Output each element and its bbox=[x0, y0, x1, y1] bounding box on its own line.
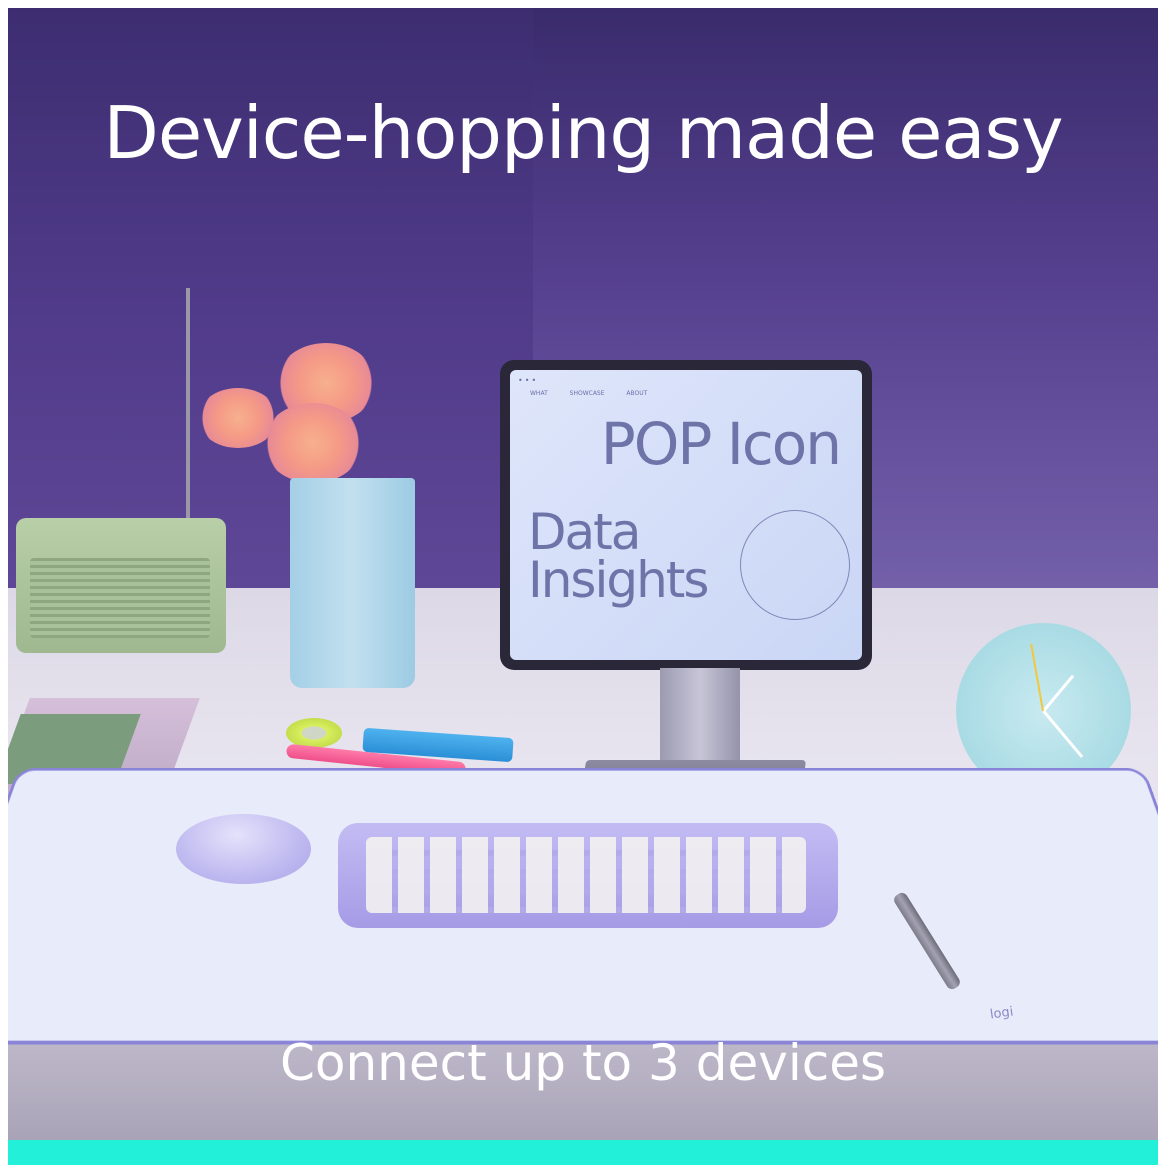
screen-body-line-2: Insights bbox=[528, 551, 709, 609]
headline: Device-hopping made easy bbox=[103, 91, 1063, 175]
screen-body-line-1: Data bbox=[528, 503, 641, 561]
mat-logo: logi bbox=[989, 1004, 1015, 1023]
screen-body: Data Insights bbox=[528, 503, 709, 609]
flower-3 bbox=[263, 403, 363, 483]
tablet-screen: ••• WHAT SHOWCASE ABOUT POP Icon Data In… bbox=[510, 370, 862, 660]
radio-grille bbox=[30, 558, 210, 638]
screen-nav: WHAT SHOWCASE ABOUT bbox=[530, 390, 648, 397]
radio-antenna bbox=[186, 288, 190, 518]
subline: Connect up to 3 devices bbox=[279, 1034, 887, 1092]
tablet-monitor: ••• WHAT SHOWCASE ABOUT POP Icon Data In… bbox=[500, 360, 872, 670]
accent-bar bbox=[8, 1140, 1158, 1165]
pie-graphic bbox=[740, 510, 850, 620]
keyboard-keys bbox=[366, 837, 806, 913]
blue-vase bbox=[290, 478, 415, 688]
clock-hand-minute bbox=[1042, 710, 1084, 758]
wireless-mouse bbox=[176, 814, 311, 884]
retro-radio bbox=[16, 518, 226, 653]
wireless-keyboard bbox=[338, 823, 838, 928]
product-image: ••• WHAT SHOWCASE ABOUT POP Icon Data In… bbox=[8, 8, 1158, 1140]
clock-hand-second bbox=[1030, 643, 1044, 712]
screen-title: POP Icon bbox=[600, 410, 842, 478]
window-dots: ••• bbox=[518, 376, 539, 385]
clock-hand-hour bbox=[1042, 674, 1075, 712]
